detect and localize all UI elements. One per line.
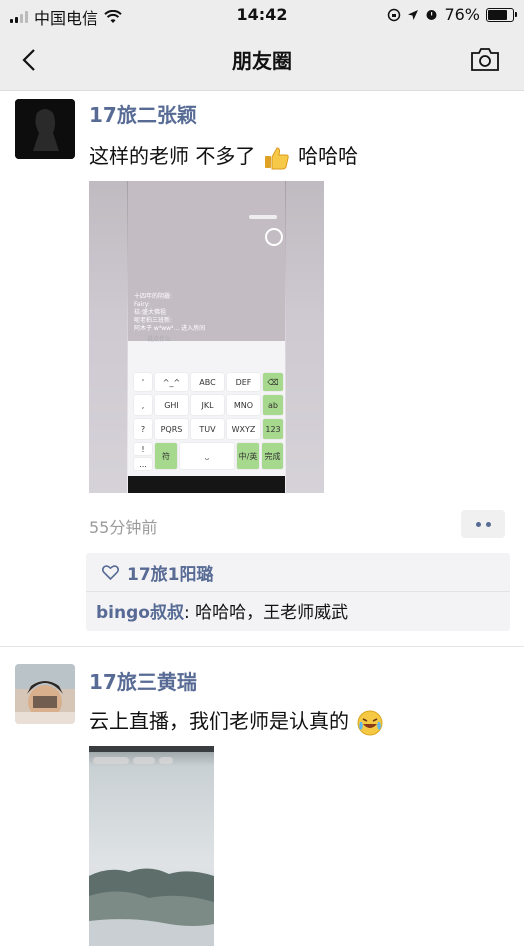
liker-name[interactable]: 17旅1阳璐: [127, 560, 214, 585]
more-actions-button[interactable]: [461, 510, 505, 538]
key: PQRS: [155, 419, 188, 439]
post-time: 55分钟前: [89, 518, 158, 537]
key: ^_^: [155, 373, 188, 391]
chat-line: Fairy:: [134, 301, 150, 308]
post-text: 云上直播，我们老师是认真的: [89, 705, 385, 736]
key: 符: [155, 443, 177, 469]
key: ,: [134, 395, 152, 415]
avatar[interactable]: [15, 99, 75, 159]
post-divider: [0, 646, 524, 647]
space-key: ⎵: [180, 443, 234, 469]
location-icon: [408, 9, 419, 20]
camera-icon[interactable]: [470, 46, 500, 72]
post-text-before: 这样的老师 不多了: [89, 144, 256, 168]
key: MNO: [227, 395, 260, 415]
poster-name[interactable]: 17旅三黄瑞: [89, 666, 197, 695]
thumbs-up-icon: [264, 146, 289, 169]
status-bar: 中国电信 14:42 76%: [0, 0, 524, 30]
heart-icon: [102, 564, 119, 580]
post-text: 这样的老师 不多了 哈哈哈: [89, 140, 358, 170]
key: DEF: [227, 373, 260, 391]
interaction-panel: 17旅1阳璐 bingo叔叔: 哈哈哈，王老师威武: [86, 553, 510, 631]
rotation-lock-icon: [388, 8, 401, 21]
key: ': [134, 373, 152, 391]
key: GHI: [155, 395, 188, 415]
comment-text: : 哈哈哈，王老师威武: [183, 603, 349, 623]
key: ...: [134, 458, 152, 470]
key: WXYZ: [227, 419, 260, 439]
commenter-name[interactable]: bingo叔叔: [96, 603, 184, 623]
key: JKL: [191, 395, 224, 415]
likes-row: 17旅1阳璐: [86, 553, 510, 592]
key: ⌫: [263, 373, 283, 391]
comment[interactable]: bingo叔叔: 哈哈哈，王老师威武: [86, 592, 510, 631]
key: TUV: [191, 419, 224, 439]
alarm-icon: [426, 10, 437, 20]
post-image[interactable]: 十四年的阴霾: Fairy: 桔:盛大佛祖 呢老柏三班新: 阿木子 w⁴ww⁴.…: [89, 181, 324, 493]
key: 完成: [262, 443, 283, 469]
avatar[interactable]: [15, 664, 75, 724]
nav-bar: 朋友圈: [0, 30, 524, 91]
page-title: 朋友圈: [232, 49, 292, 73]
laughing-tears-icon: [357, 710, 383, 735]
key: 123: [263, 419, 283, 439]
chat-line: 桔:盛大佛祖: [134, 309, 167, 316]
key: ab: [263, 395, 283, 415]
post-image[interactable]: [89, 746, 214, 946]
key: ABC: [191, 373, 224, 391]
chat-line: 呢老柏三班新:: [134, 317, 173, 324]
key: ?: [134, 419, 152, 439]
screenshot-input: 说点什么: [147, 336, 172, 343]
post-text-after: 哈哈哈: [298, 144, 359, 168]
battery-icon: [486, 7, 517, 22]
key: !: [134, 443, 152, 455]
poster-name[interactable]: 17旅二张颖: [89, 99, 197, 128]
chat-line: 十四年的阴霾:: [134, 293, 173, 300]
battery-percent: 76%: [444, 5, 480, 24]
post-text-body: 云上直播，我们老师是认真的: [89, 709, 349, 733]
chat-line: 阿木子 w⁴ww⁴... 进入房间: [134, 325, 206, 332]
key: 中/英: [237, 443, 259, 469]
